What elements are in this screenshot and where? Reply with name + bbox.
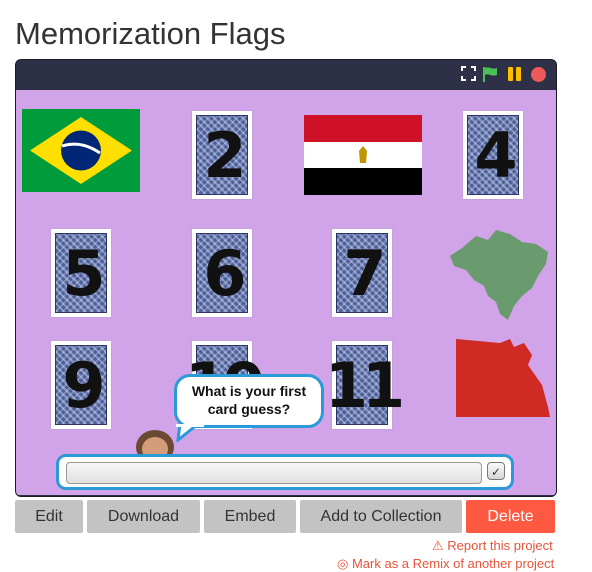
card-9[interactable]: 9 — [51, 341, 111, 429]
report-label: Report this project — [447, 538, 553, 553]
edit-button[interactable]: Edit — [15, 500, 83, 533]
card-number: 7 — [343, 236, 386, 310]
speech-bubble: What is your first card guess? — [174, 374, 324, 428]
fullscreen-icon[interactable] — [461, 66, 476, 81]
card-number: 6 — [203, 236, 246, 310]
pause-icon[interactable] — [507, 66, 522, 82]
player-topbar — [16, 60, 556, 90]
brazil-flag[interactable] — [22, 109, 140, 192]
card-number: 9 — [62, 348, 105, 422]
card-11[interactable]: 11 — [324, 341, 405, 429]
download-button[interactable]: Download — [87, 500, 200, 533]
checkmark-icon[interactable]: ✓ — [487, 462, 505, 480]
answer-input[interactable] — [66, 462, 482, 484]
delete-button[interactable]: Delete — [466, 500, 555, 533]
brazil-map[interactable] — [448, 226, 551, 322]
warning-icon: ⚠ — [432, 538, 444, 553]
ask-answer-box: ✓ — [56, 454, 514, 490]
card-2[interactable]: 2 — [192, 111, 252, 199]
remix-link[interactable]: ◎ Mark as a Remix of another project — [337, 556, 554, 572]
stage[interactable]: 2 4 5 6 7 9 11 What is your first card g… — [16, 90, 556, 495]
project-title: Memorization Flags — [15, 16, 286, 51]
card-number: 4 — [474, 118, 517, 192]
project-player: 2 4 5 6 7 9 11 What is your first card g… — [15, 59, 557, 497]
card-7[interactable]: 7 — [332, 229, 392, 317]
card-6[interactable]: 6 — [192, 229, 252, 317]
card-number: 2 — [203, 118, 246, 192]
speech-bubble-tail — [176, 424, 204, 442]
green-flag-icon[interactable] — [482, 66, 498, 83]
card-number: 11 — [324, 348, 405, 422]
card-number: 5 — [62, 236, 105, 310]
card-5[interactable]: 5 — [51, 229, 111, 317]
stop-icon[interactable] — [530, 66, 547, 83]
report-link[interactable]: ⚠ Report this project — [432, 538, 553, 554]
add-to-collection-button[interactable]: Add to Collection — [300, 500, 462, 533]
embed-button[interactable]: Embed — [204, 500, 296, 533]
card-4[interactable]: 4 — [463, 111, 523, 199]
egypt-flag[interactable] — [304, 115, 422, 195]
egypt-map[interactable] — [452, 337, 552, 419]
